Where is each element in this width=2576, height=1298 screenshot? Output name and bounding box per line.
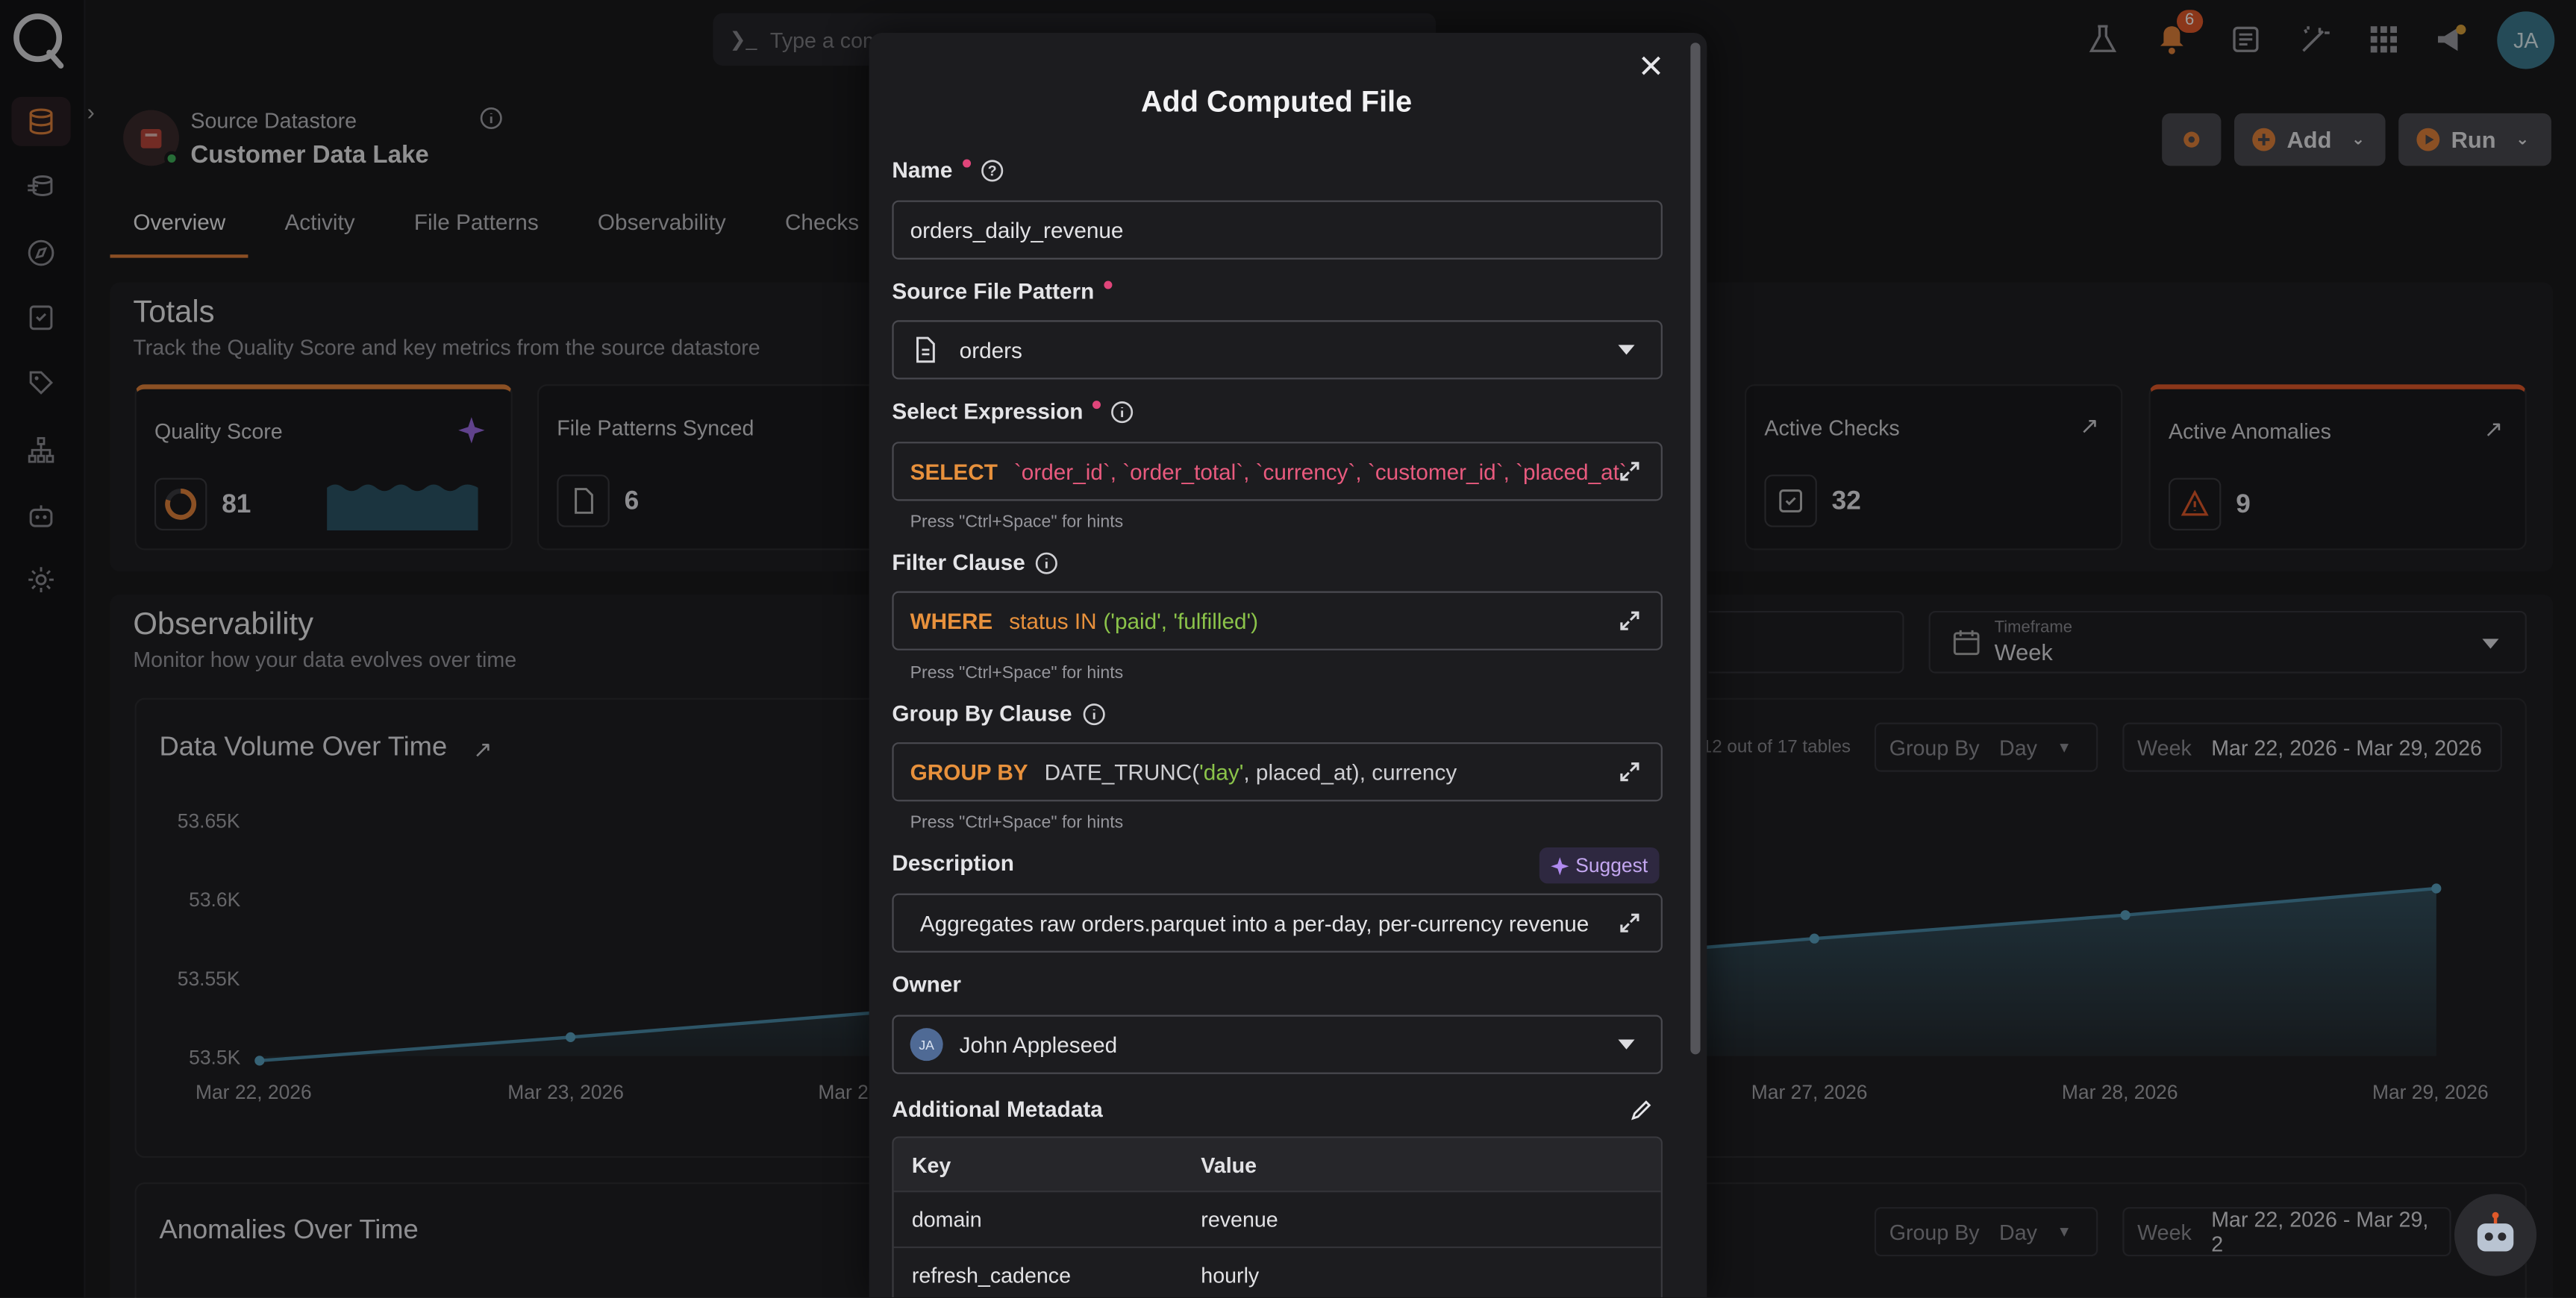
edit-pencil-icon[interactable] [1630,1099,1653,1122]
expand-icon[interactable] [1618,460,1641,483]
metadata-value: hourly [1201,1262,1260,1288]
dialog-scrollbar[interactable] [1690,43,1701,1055]
name-label-row: Name ? [892,157,1003,182]
filter-label-row: Filter Clause [892,551,1057,575]
source-file-pattern-label: Source File Pattern [892,279,1095,304]
owner-avatar: JA [910,1028,943,1062]
sparkle-icon [1551,856,1569,875]
svg-text:?: ? [987,162,996,178]
sql-keyword: GROUP BY [910,759,1028,785]
editor-hint: Press "Ctrl+Space" for hints [910,812,1124,833]
expand-icon[interactable] [1618,912,1641,935]
help-icon[interactable]: ? [981,158,1004,181]
expand-icon[interactable] [1618,760,1641,783]
file-icon [916,336,935,363]
robot-icon [2477,1211,2514,1252]
required-indicator [962,159,971,168]
suggest-button[interactable]: Suggest [1539,847,1660,884]
info-icon[interactable] [1082,702,1105,725]
filter-clause-label: Filter Clause [892,550,1025,575]
select-expression-editor[interactable]: SELECT `order_id`, `order_total`, `curre… [892,442,1663,501]
editor-hint: Press "Ctrl+Space" for hints [910,663,1124,683]
filter-values: ('paid', 'fulfilled') [1103,608,1259,633]
filter-clause-editor[interactable]: WHERE status IN ('paid', 'fulfilled') [892,591,1663,650]
group-by-clause-editor[interactable]: GROUP BY DATE_TRUNC( 'day' , placed_at),… [892,742,1663,802]
select-expression-label-row: Select Expression [892,399,1134,424]
name-value: orders_daily_revenue [910,217,1124,242]
select-expression-label: Select Expression [892,398,1084,424]
required-indicator [1104,280,1113,289]
metadata-table: Key Value domain revenue refresh_cadence… [892,1136,1663,1298]
table-row[interactable]: domain revenue [893,1191,1661,1247]
close-icon [1642,56,1660,75]
table-header-row: Key Value [893,1138,1661,1191]
metadata-key: refresh_cadence [911,1262,1072,1288]
group-by-label-row: Group By Clause [892,701,1104,726]
name-input[interactable]: orders_daily_revenue [892,200,1663,260]
column-header-key: Key [911,1152,951,1177]
info-icon[interactable] [1035,551,1058,574]
group-by-expression-rest: , placed_at), currency [1243,759,1457,785]
owner-label-row: Owner [892,972,960,997]
description-input[interactable]: Aggregates raw orders.parquet into a per… [892,893,1663,953]
source-file-pattern-value: orders [959,337,1022,363]
filter-expression: status IN [1009,608,1097,633]
source-label-row: Source File Pattern [892,279,1113,304]
chevron-down-icon [1618,1039,1635,1050]
add-computed-file-dialog: Add Computed File Name ? orders_daily_re… [869,33,1707,1298]
group-by-clause-label: Group By Clause [892,701,1072,727]
select-columns: `order_id`, `order_total`, `currency`, `… [1013,459,1627,484]
column-header-value: Value [1201,1152,1257,1177]
group-by-string: 'day' [1199,759,1244,785]
editor-hint: Press "Ctrl+Space" for hints [910,512,1124,533]
chevron-down-icon [1618,345,1635,355]
info-icon[interactable] [1111,400,1134,423]
owner-value: John Appleseed [959,1032,1118,1057]
required-indicator [1092,401,1101,410]
close-button[interactable] [1634,49,1667,82]
sql-keyword: SELECT [910,459,998,484]
description-label: Description [892,850,1014,876]
assistant-bot-button[interactable] [2454,1194,2537,1276]
sql-keyword: WHERE [910,608,993,633]
description-value: Aggregates raw orders.parquet into a per… [919,910,1595,935]
group-by-expression: DATE_TRUNC( [1044,759,1200,785]
expand-icon[interactable] [1618,609,1641,633]
table-row[interactable]: refresh_cadence hourly [893,1246,1661,1297]
owner-select[interactable]: JA John Appleseed [892,1015,1663,1074]
name-label: Name [892,157,953,183]
description-label-row: Description [892,850,1013,875]
metadata-label-row: Additional Metadata [892,1097,1102,1122]
owner-label: Owner [892,972,961,997]
source-file-pattern-select[interactable]: orders [892,320,1663,380]
metadata-value: revenue [1201,1207,1278,1232]
additional-metadata-label: Additional Metadata [892,1097,1103,1122]
dialog-title: Add Computed File [1140,85,1413,119]
metadata-key: domain [911,1207,982,1232]
suggest-label: Suggest [1575,853,1648,877]
